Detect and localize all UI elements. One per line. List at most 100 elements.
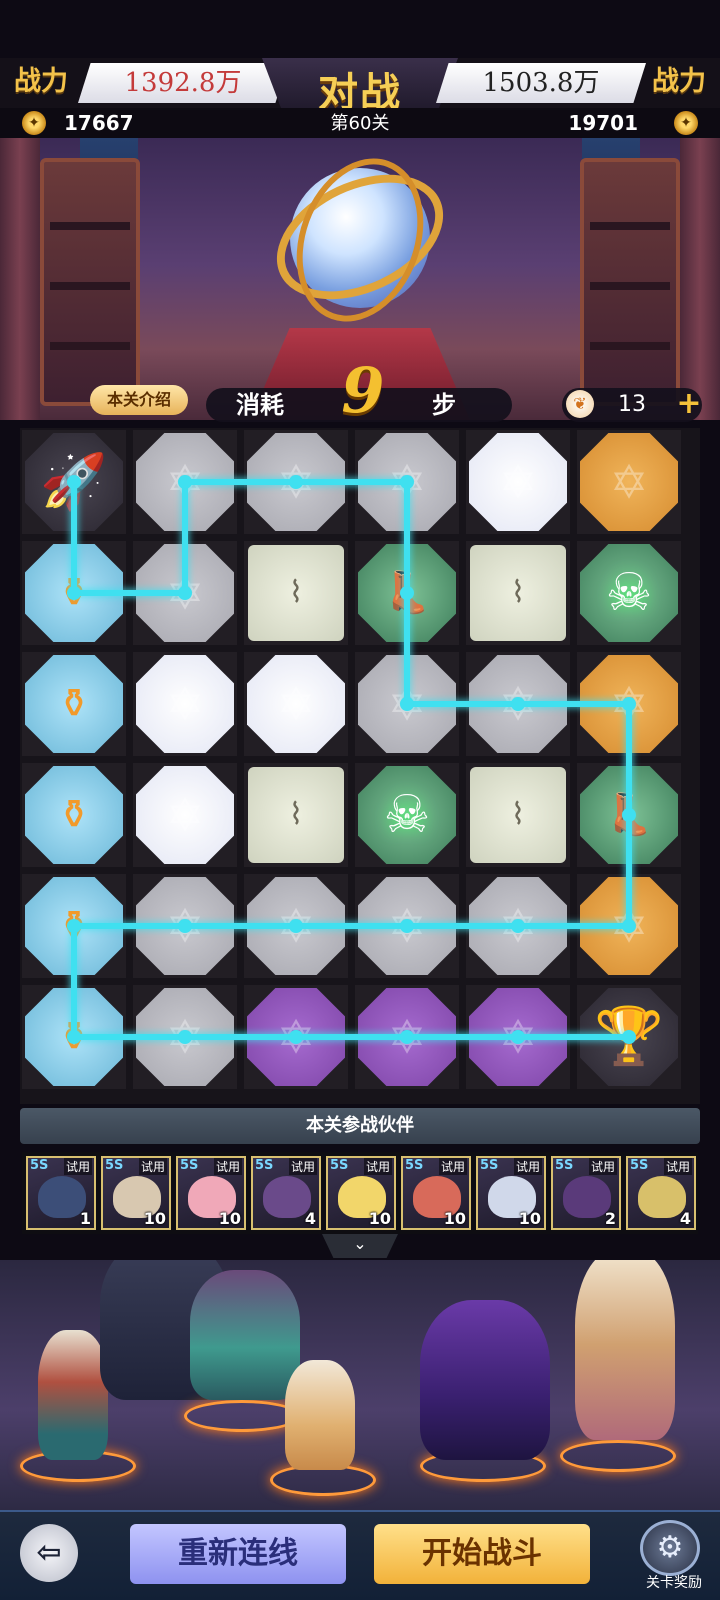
board-tile[interactable]: ✡ <box>355 652 459 756</box>
empty-tile-icon: ✡ <box>387 899 427 953</box>
partner-card[interactable]: 5S 试用 10 <box>476 1156 546 1230</box>
empty-tile-icon: ✡ <box>498 455 538 509</box>
board-tile[interactable]: ⌇ <box>466 541 570 645</box>
cracked-stone-icon: ⌇ <box>288 797 304 832</box>
board-tile[interactable]: ✡ <box>133 985 237 1089</box>
relink-button[interactable]: 重新连线 <box>130 1524 346 1584</box>
board-tile[interactable]: ✡ <box>355 874 459 978</box>
board-tile[interactable]: ✡ <box>244 430 348 534</box>
board-tile[interactable]: ⌇ <box>244 763 348 867</box>
right-power-label: 战力 <box>652 66 706 97</box>
hero-sprite <box>575 1260 675 1440</box>
empty-tile-icon: ✡ <box>276 1010 316 1064</box>
board-tile[interactable]: ☠ <box>355 763 459 867</box>
partner-grade: 5S <box>480 1158 499 1173</box>
board-tile[interactable]: ⚱ <box>22 985 126 1089</box>
steps-prefix: 消耗 <box>236 390 284 419</box>
partner-trial-badge: 试用 <box>138 1158 167 1175</box>
board-tile[interactable]: ✡ <box>133 430 237 534</box>
partner-trial-badge: 试用 <box>513 1158 542 1175</box>
partner-level: 10 <box>143 1209 166 1228</box>
empty-tile-icon: ✡ <box>276 899 316 953</box>
stage-reward-icon[interactable]: ⚙ <box>640 1520 700 1576</box>
bookshelf <box>580 158 680 406</box>
partner-trial-badge: 试用 <box>663 1158 692 1175</box>
stage-label: 第60关 <box>330 113 390 134</box>
board-tile[interactable]: ✡ <box>244 874 348 978</box>
board-tile[interactable]: ✡ <box>133 541 237 645</box>
board-tile[interactable]: ✡ <box>577 430 681 534</box>
board-tile[interactable]: ✡ <box>466 430 570 534</box>
partner-grade: 5S <box>405 1158 424 1173</box>
partner-level: 10 <box>368 1209 391 1228</box>
resource-bar: ✦ 17667 第60关 19701 ✦ <box>0 108 720 138</box>
partners-title: 本关参战伙伴 <box>20 1108 700 1144</box>
pillar <box>0 138 40 420</box>
board-tile[interactable]: ✡ <box>577 652 681 756</box>
board-tile[interactable]: ✡ <box>355 430 459 534</box>
rocket-icon: 🚀 <box>40 450 108 513</box>
board-tile[interactable]: 🚀 <box>22 430 126 534</box>
chevron-down-icon[interactable]: ⌄ <box>322 1234 398 1258</box>
partner-card[interactable]: 5S 试用 2 <box>551 1156 621 1230</box>
carrot-energy-icon: ❦ <box>566 390 594 418</box>
partner-card[interactable]: 5S 试用 10 <box>176 1156 246 1230</box>
stage-reward-label: 关卡奖励 <box>646 1575 702 1591</box>
battle-header: 战力 1392.8万 对战 1503.8万 战力 <box>0 58 720 120</box>
board-tile[interactable]: 👢 <box>355 541 459 645</box>
board-tile[interactable]: ✡ <box>466 985 570 1089</box>
empty-tile-icon: ✡ <box>165 899 205 953</box>
partner-card[interactable]: 5S 试用 1 <box>26 1156 96 1230</box>
board-tile[interactable]: ✡ <box>466 874 570 978</box>
partner-trial-badge: 试用 <box>213 1158 242 1175</box>
cracked-stone-icon: ⌇ <box>510 797 526 832</box>
start-battle-button[interactable]: 开始战斗 <box>374 1524 590 1584</box>
partner-trial-badge: 试用 <box>438 1158 467 1175</box>
board-tile[interactable]: 👢 <box>577 763 681 867</box>
board-tile[interactable]: ✡ <box>355 985 459 1089</box>
board-tile[interactable]: ⚱ <box>22 874 126 978</box>
board-tile[interactable]: ☠ <box>577 541 681 645</box>
hero-sprite <box>190 1270 300 1400</box>
partner-portrait <box>563 1176 611 1218</box>
board-tile[interactable]: ⚱ <box>22 541 126 645</box>
empty-tile-icon: ✡ <box>165 1010 205 1064</box>
empty-tile-icon: ✡ <box>165 455 205 509</box>
board-tile[interactable]: ⚱ <box>22 763 126 867</box>
game-screen: 战力 1392.8万 对战 1503.8万 战力 ✦ 17667 第60关 19… <box>0 0 720 1600</box>
add-energy-button[interactable]: + <box>676 389 702 419</box>
empty-tile-icon: ✡ <box>498 1010 538 1064</box>
level-intro-button[interactable]: 本关介绍 <box>90 385 188 415</box>
boot-icon: 👢 <box>604 792 654 838</box>
board-tile[interactable]: ✡ <box>133 874 237 978</box>
board-tile[interactable]: ⌇ <box>244 541 348 645</box>
empty-tile-icon: ✡ <box>609 677 649 731</box>
partner-card[interactable]: 5S 试用 10 <box>326 1156 396 1230</box>
board-tile[interactable]: ⚱ <box>22 652 126 756</box>
caged-star-icon: ⚱ <box>57 1014 91 1060</box>
partner-grade: 5S <box>555 1158 574 1173</box>
board-tile[interactable]: ✡ <box>133 763 237 867</box>
board-tile[interactable]: ⌇ <box>466 763 570 867</box>
partner-card[interactable]: 5S 试用 10 <box>401 1156 471 1230</box>
board-tile[interactable]: ✡ <box>244 652 348 756</box>
partner-list[interactable]: 5S 试用 1 5S 试用 10 5S 试用 10 5S 试用 4 5S 试用 10 5S 试用 10 5S 试用 10… <box>22 1152 698 1234</box>
board-tile[interactable]: 🏆 <box>577 985 681 1089</box>
partner-level: 4 <box>679 1209 691 1228</box>
board-tile[interactable]: ✡ <box>133 652 237 756</box>
partner-card[interactable]: 5S 试用 4 <box>251 1156 321 1230</box>
partner-level: 2 <box>604 1209 616 1228</box>
partner-card[interactable]: 5S 试用 4 <box>626 1156 696 1230</box>
partner-portrait <box>263 1176 311 1218</box>
board-tile[interactable]: ✡ <box>244 985 348 1089</box>
left-power-label: 战力 <box>14 66 68 97</box>
partner-grade: 5S <box>255 1158 274 1173</box>
board-tile[interactable]: ✡ <box>577 874 681 978</box>
steps-count: 9 <box>341 354 385 427</box>
partner-grade: 5S <box>330 1158 349 1173</box>
board-tile[interactable]: ✡ <box>466 652 570 756</box>
partner-card[interactable]: 5S 试用 10 <box>101 1156 171 1230</box>
boot-icon: 👢 <box>382 570 432 616</box>
exit-icon[interactable]: ⇦ <box>20 1524 78 1582</box>
hero-stage <box>0 1260 720 1510</box>
